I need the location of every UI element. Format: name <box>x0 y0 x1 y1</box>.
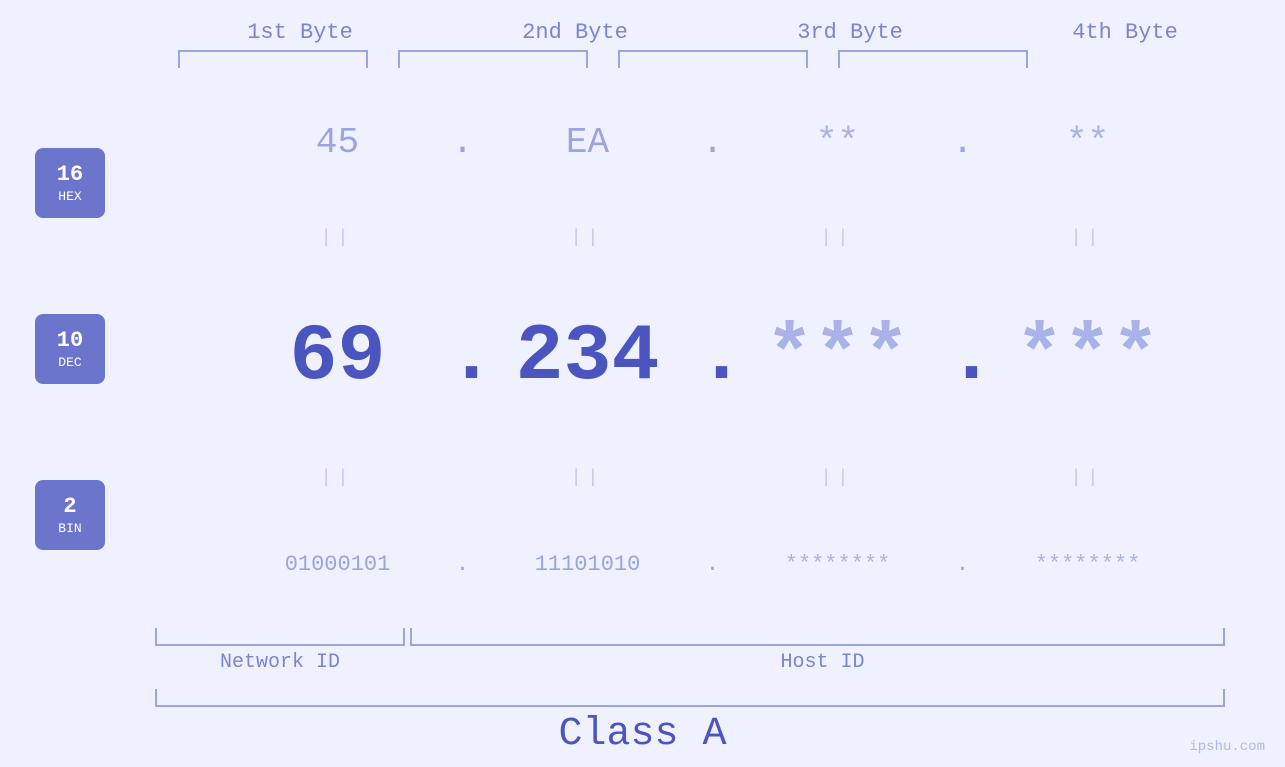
network-id-label: Network ID <box>155 651 405 674</box>
byte3-header: 3rd Byte <box>740 20 960 45</box>
bin-badge-number: 2 <box>63 494 76 520</box>
byte-headers: 1st Byte 2nd Byte 3rd Byte 4th Byte <box>163 0 1263 45</box>
dec-dot1: . <box>448 312 478 403</box>
equals-row-2: || || || || <box>140 466 1285 489</box>
bin-dot1: . <box>448 552 478 577</box>
values-area: 45 . EA . ** . ** || <box>140 70 1285 628</box>
hex-b1: 45 <box>228 122 448 163</box>
dec-badge-label: DEC <box>58 355 81 370</box>
dec-b3: *** <box>728 312 948 403</box>
hex-dot2: . <box>698 122 728 163</box>
bin-b1: 01000101 <box>228 552 448 577</box>
byte1-header: 1st Byte <box>190 20 410 45</box>
dec-badge: 10 DEC <box>35 314 105 384</box>
bin-badge: 2 BIN <box>35 480 105 550</box>
bottom-section: Network ID Host ID Class A <box>0 628 1285 767</box>
byte2-header: 2nd Byte <box>465 20 685 45</box>
id-labels: Network ID Host ID <box>140 651 1240 674</box>
hex-b4: ** <box>978 122 1198 163</box>
badges-column: 16 HEX 10 DEC 2 BIN <box>0 70 140 628</box>
dec-b2: 234 <box>478 312 698 403</box>
watermark: ipshu.com <box>1189 739 1265 755</box>
class-label: Class A <box>0 712 1285 757</box>
bin-b4: ******** <box>978 552 1198 577</box>
hex-dot1: . <box>448 122 478 163</box>
host-bracket <box>410 628 1225 646</box>
hex-b2: EA <box>478 122 698 163</box>
bin-b2: 11101010 <box>478 552 698 577</box>
equals-row-1: || || || || <box>140 226 1285 249</box>
network-bracket <box>155 628 405 646</box>
top-brackets <box>163 50 1263 70</box>
hex-badge: 16 HEX <box>35 148 105 218</box>
bracket-b2 <box>398 50 588 68</box>
dec-b1: 69 <box>228 312 448 403</box>
dec-dot3: . <box>948 312 978 403</box>
eq1-b1: || <box>228 226 448 249</box>
dec-b4: *** <box>978 312 1198 403</box>
bracket-b4 <box>838 50 1028 68</box>
bracket-b3 <box>618 50 808 68</box>
eq1-b4: || <box>978 226 1198 249</box>
bin-row: 01000101 . 11101010 . ******** . *******… <box>140 552 1285 577</box>
bin-badge-label: BIN <box>58 521 81 536</box>
class-bracket <box>155 689 1225 707</box>
host-id-label: Host ID <box>405 651 1240 674</box>
hex-badge-number: 16 <box>57 162 83 188</box>
hex-b3: ** <box>728 122 948 163</box>
bin-b3: ******** <box>728 552 948 577</box>
hex-row: 45 . EA . ** . ** <box>140 122 1285 163</box>
eq2-b1: || <box>228 466 448 489</box>
bottom-brackets <box>140 628 1240 646</box>
hex-dot3: . <box>948 122 978 163</box>
eq2-b2: || <box>478 466 698 489</box>
byte4-header: 4th Byte <box>1015 20 1235 45</box>
bin-dot3: . <box>948 552 978 577</box>
eq1-b2: || <box>478 226 698 249</box>
main-container: 1st Byte 2nd Byte 3rd Byte 4th Byte 16 H… <box>0 0 1285 767</box>
bracket-b1 <box>178 50 368 68</box>
dec-row: 69 . 234 . *** . *** <box>140 312 1285 403</box>
dec-dot2: . <box>698 312 728 403</box>
eq2-b4: || <box>978 466 1198 489</box>
class-bracket-row <box>140 689 1240 707</box>
dec-badge-number: 10 <box>57 328 83 354</box>
eq2-b3: || <box>728 466 948 489</box>
eq1-b3: || <box>728 226 948 249</box>
bin-dot2: . <box>698 552 728 577</box>
hex-badge-label: HEX <box>58 189 81 204</box>
